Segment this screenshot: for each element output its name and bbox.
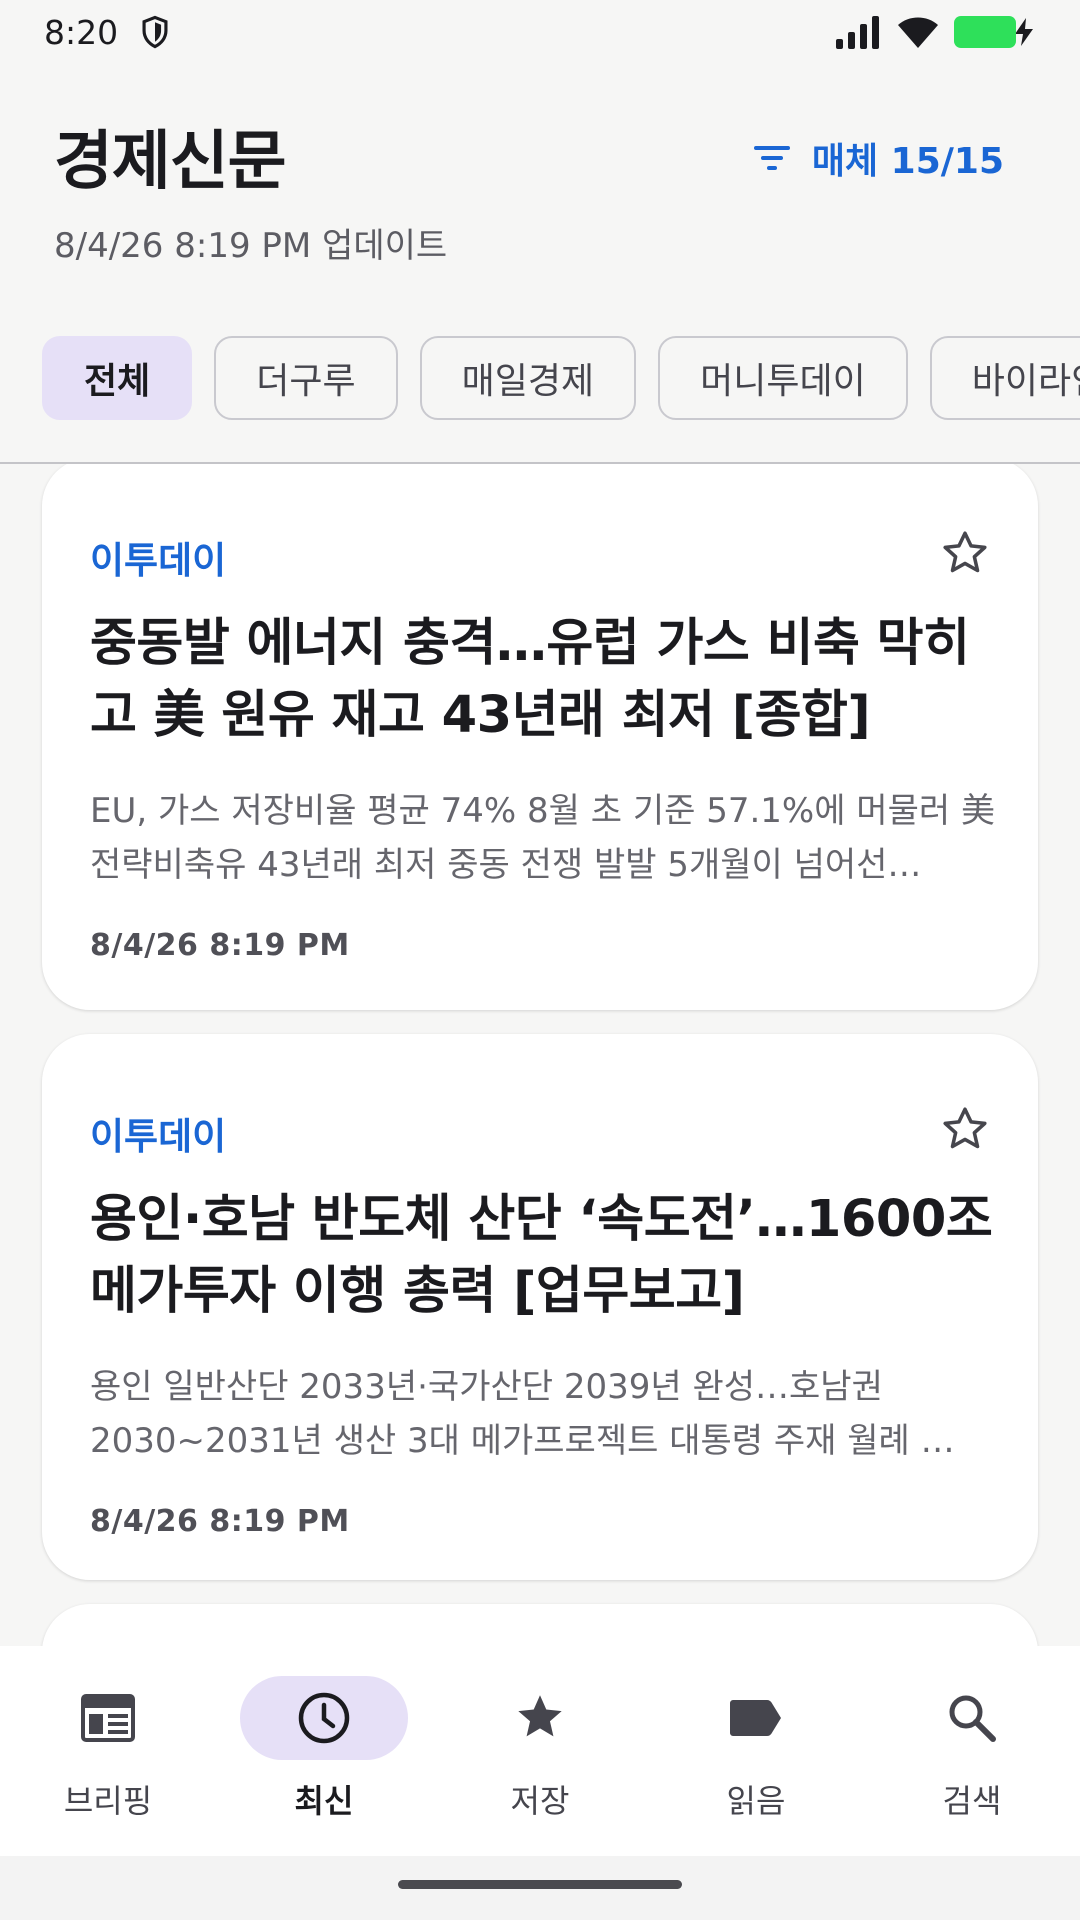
article-card[interactable]: 이투데이 중동발 에너지 충격…유럽 가스 비축 막히고 美 원유 재고 43년… [42,464,1038,1010]
article-feed[interactable]: 이투데이 중동발 에너지 충격…유럽 가스 비축 막히고 美 원유 재고 43년… [0,464,1080,1646]
chip-maeil[interactable]: 매일경제 [419,336,637,420]
chip-moneytoday[interactable]: 머니투데이 [658,336,908,420]
clock-icon [298,1692,350,1744]
last-updated-text: 8/4/26 8:19 PM 업데이트 [54,226,448,266]
nav-label: 브리핑 [63,1782,153,1820]
shield-icon [142,15,168,49]
article-source: 이투데이 [90,1115,227,1158]
label-icon [730,1700,781,1736]
chip-all[interactable]: 전체 [42,336,193,420]
bookmark-star-icon[interactable] [940,528,990,578]
article-summary: EU, 가스 저장비율 평균 74% 8월 초 기준 57.1%에 머물러 美 … [90,791,995,885]
star-icon [518,1695,562,1737]
nav-read[interactable]: 읽음 [648,1646,864,1856]
nav-label: 저장 [510,1782,570,1820]
nav-briefing[interactable]: 브리핑 [0,1646,216,1856]
wifi-icon [898,17,938,48]
search-icon [949,1695,996,1742]
chip-theguru[interactable]: 더구루 [214,336,398,420]
filter-label: 매체 15/15 [811,141,1004,182]
article-title: 용인·호남 반도체 산단 ‘속도전’…1600조 메가투자 이행 총력 [업무보… [90,1190,993,1321]
status-bar: 8:20 [0,0,1080,64]
article-source: 이투데이 [90,539,227,582]
chip-byline[interactable]: 바이라인네트워크 [929,336,1080,420]
bottom-navigation: 브리핑 최신 저장 읽음 검색 [0,1646,1080,1856]
battery-icon [954,16,1016,48]
filter-icon [753,146,790,170]
source-filter-button[interactable]: 매체 15/15 [752,132,1004,184]
nav-saved[interactable]: 저장 [432,1646,648,1856]
nav-label: 읽음 [726,1782,786,1820]
article-date: 8/4/26 8:19 PM [90,1504,350,1539]
briefing-icon [81,1694,135,1742]
article-summary: 용인 일반산단 2033년·국가산단 2039년 완성…호남권 2030~203… [90,1367,955,1461]
source-chip-row: 전체 더구루 매일경제 머니투데이 바이라인네트워크 [42,336,1080,420]
article-date: 8/4/26 8:19 PM [90,928,350,963]
nav-label: 검색 [942,1782,1002,1820]
signal-icon [836,16,879,49]
status-time: 8:20 [44,12,119,52]
bookmark-star-icon[interactable] [940,1104,990,1154]
article-card[interactable] [42,1604,1038,1646]
article-title: 중동발 에너지 충격…유럽 가스 비축 막히고 美 원유 재고 43년래 최저 … [90,614,970,745]
home-gesture-bar[interactable] [398,1880,682,1889]
nav-search[interactable]: 검색 [864,1646,1080,1856]
nav-latest[interactable]: 최신 [216,1646,432,1856]
nav-label: 최신 [294,1782,354,1820]
article-card[interactable]: 이투데이 용인·호남 반도체 산단 ‘속도전’…1600조 메가투자 이행 총력… [42,1034,1038,1580]
